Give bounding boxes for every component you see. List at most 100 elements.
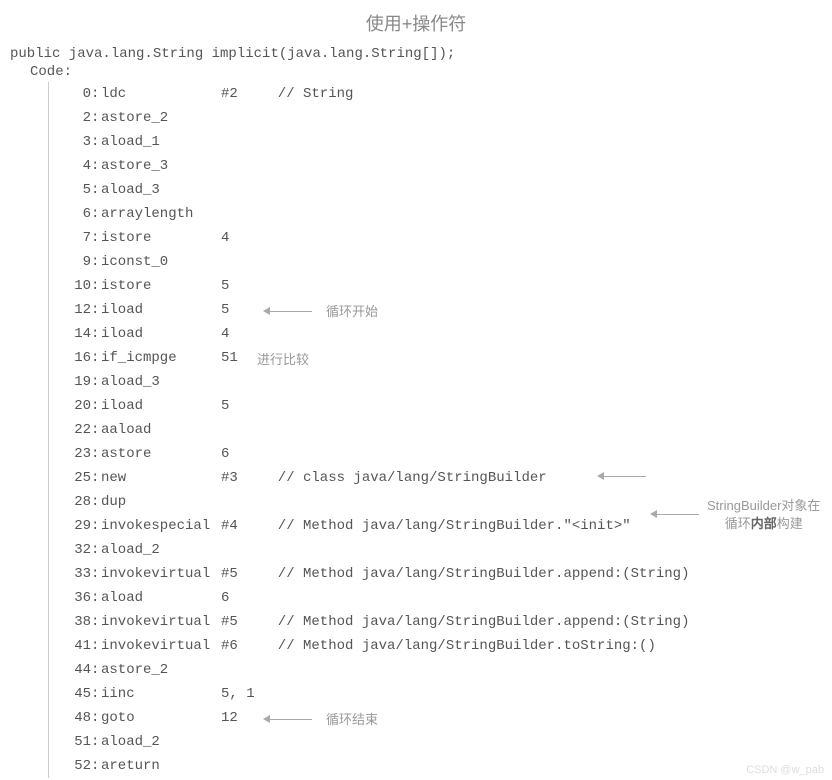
comment: // Method java/lang/StringBuilder.append…	[261, 614, 689, 630]
offset: 6	[57, 206, 91, 222]
comment: // Method java/lang/StringBuilder.toStri…	[261, 638, 656, 654]
arg: 6	[221, 590, 257, 606]
colon: :	[91, 326, 101, 342]
colon: :	[91, 278, 101, 294]
offset: 44	[57, 662, 91, 678]
code-label: Code:	[30, 64, 822, 80]
colon: :	[91, 446, 101, 462]
offset: 12	[57, 302, 91, 318]
offset: 52	[57, 758, 91, 774]
code-line: 23:astore6	[57, 442, 822, 466]
code-line: 14:iload4	[57, 322, 822, 346]
opcode: aload_3	[101, 182, 221, 198]
code-line: 4:astore_3	[57, 154, 822, 178]
colon: :	[91, 158, 101, 174]
code-line: 22:aaload	[57, 418, 822, 442]
code-line: 10:istore5	[57, 274, 822, 298]
opcode: invokevirtual	[101, 614, 221, 630]
colon: :	[91, 590, 101, 606]
code-line: 51:aload_2	[57, 730, 822, 754]
offset: 22	[57, 422, 91, 438]
comment: // Method java/lang/StringBuilder.append…	[261, 566, 689, 582]
colon: :	[91, 638, 101, 654]
code-line: 3:aload_1	[57, 130, 822, 154]
colon: :	[91, 614, 101, 630]
opcode: astore_3	[101, 158, 221, 174]
offset: 33	[57, 566, 91, 582]
offset: 51	[57, 734, 91, 750]
code-line: 5:aload_3	[57, 178, 822, 202]
code-line: 36:aload6	[57, 586, 822, 610]
offset: 3	[57, 134, 91, 150]
code-line: 12:iload5循环开始	[57, 298, 822, 322]
arrow-left-icon	[263, 307, 270, 315]
code-line: 6:arraylength	[57, 202, 822, 226]
arg: 6	[221, 446, 257, 462]
offset: 0	[57, 86, 91, 102]
arrow-left-icon	[597, 472, 604, 480]
opcode: aload_1	[101, 134, 221, 150]
opcode: istore	[101, 278, 221, 294]
side-annotation-text: StringBuilder对象在 循环内部构建	[707, 497, 820, 533]
colon: :	[91, 398, 101, 414]
arg: 5	[221, 398, 257, 414]
colon: :	[91, 230, 101, 246]
arrow-line-icon	[270, 719, 312, 720]
arg: #2	[221, 86, 257, 102]
opcode: arraylength	[101, 206, 221, 222]
offset: 20	[57, 398, 91, 414]
arg: #6	[221, 638, 257, 654]
opcode: aload	[101, 590, 221, 606]
code-line: 38:invokevirtual#5 // Method java/lang/S…	[57, 610, 822, 634]
offset: 19	[57, 374, 91, 390]
code-block: public java.lang.String implicit(java.la…	[0, 46, 832, 778]
colon: :	[91, 86, 101, 102]
annotation-text: 循环开始	[326, 304, 378, 319]
opcode: iconst_0	[101, 254, 221, 270]
offset: 9	[57, 254, 91, 270]
code-line: 9:iconst_0	[57, 250, 822, 274]
opcode: ldc	[101, 86, 221, 102]
code-line: 20:iload5	[57, 394, 822, 418]
code-line: 32:aload_2	[57, 538, 822, 562]
offset: 45	[57, 686, 91, 702]
offset: 10	[57, 278, 91, 294]
offset: 23	[57, 446, 91, 462]
colon: :	[91, 758, 101, 774]
opcode: invokespecial	[101, 518, 221, 534]
colon: :	[91, 566, 101, 582]
side-note-line2a: 循环	[725, 516, 751, 531]
arrow-left-icon	[650, 510, 657, 518]
opcode: iload	[101, 302, 221, 318]
code-line: 2:astore_2	[57, 106, 822, 130]
opcode: aload_2	[101, 542, 221, 558]
opcode: invokevirtual	[101, 638, 221, 654]
colon: :	[91, 206, 101, 222]
code-line: 44:astore_2	[57, 658, 822, 682]
opcode: invokevirtual	[101, 566, 221, 582]
offset: 7	[57, 230, 91, 246]
opcode: aaload	[101, 422, 221, 438]
colon: :	[91, 662, 101, 678]
opcode: new	[101, 470, 221, 486]
arg: #5	[221, 566, 257, 582]
code-line: 25:new#3 // class java/lang/StringBuilde…	[57, 466, 822, 490]
watermark: CSDN @w_pab	[746, 764, 824, 776]
arg: 4	[221, 326, 257, 342]
offset: 25	[57, 470, 91, 486]
offset: 38	[57, 614, 91, 630]
colon: :	[91, 710, 101, 726]
method-signature: public java.lang.String implicit(java.la…	[10, 46, 822, 62]
colon: :	[91, 254, 101, 270]
arg: 5	[221, 302, 257, 318]
annotation-text: 进行比较	[257, 349, 309, 368]
opcode: areturn	[101, 758, 221, 774]
arrow-left-icon	[263, 715, 270, 723]
opcode: astore_2	[101, 110, 221, 126]
arg: 12	[221, 710, 257, 726]
side-arrow	[597, 470, 646, 486]
colon: :	[91, 134, 101, 150]
code-line: 41:invokevirtual#6 // Method java/lang/S…	[57, 634, 822, 658]
page-title: 使用+操作符	[0, 0, 832, 46]
colon: :	[91, 518, 101, 534]
